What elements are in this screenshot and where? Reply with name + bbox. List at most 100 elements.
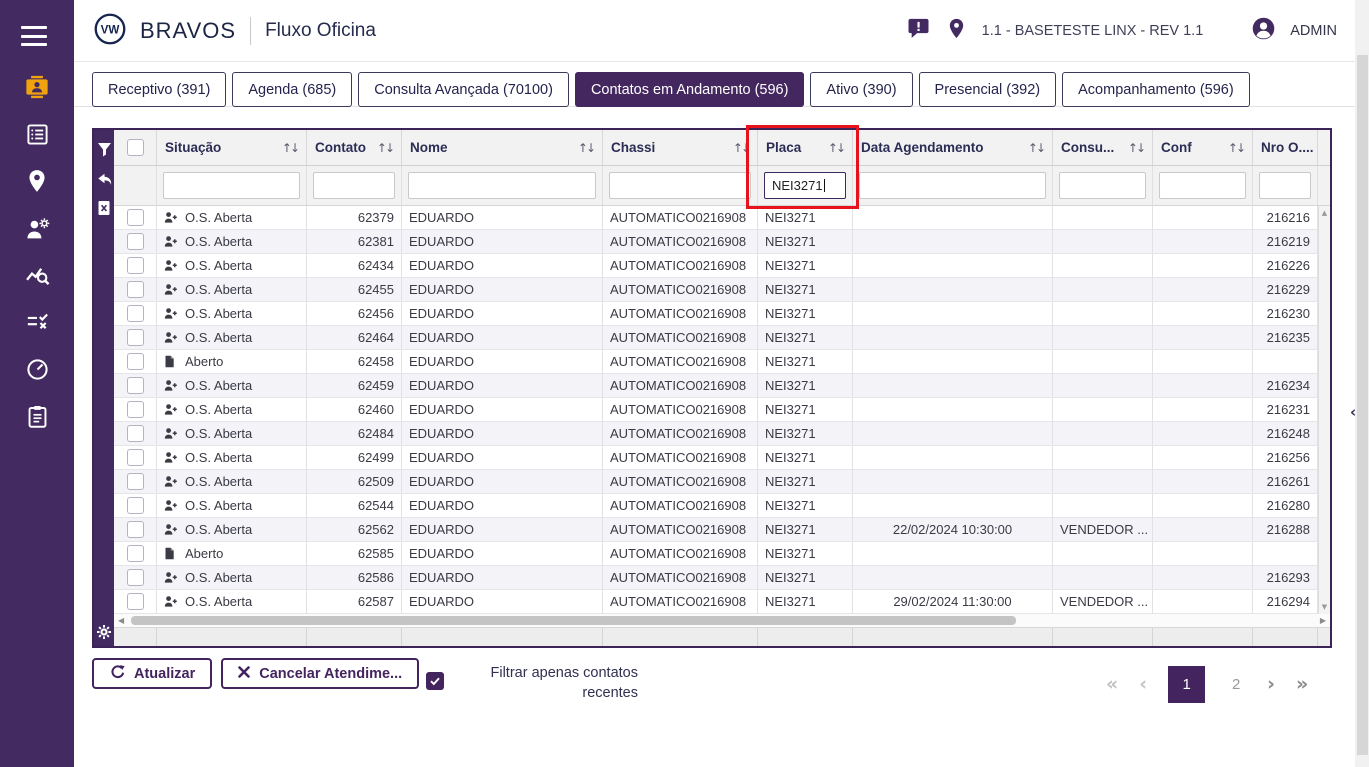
row-checkbox[interactable]	[126, 305, 144, 322]
row-checkbox[interactable]	[126, 281, 144, 298]
export-excel-icon[interactable]	[96, 200, 112, 216]
table-row[interactable]: O.S. Aberta 62586 EDUARDO AUTOMATICO0216908…	[114, 566, 1330, 590]
tab-receptivo-391[interactable]: Receptivo (391)	[92, 72, 227, 107]
row-checkbox[interactable]	[126, 521, 144, 538]
sidebar-item-mechanic[interactable]	[0, 207, 74, 254]
sidebar-item-chart-search[interactable]	[0, 254, 74, 301]
column-header-nro_os[interactable]: Nro O....↑↓	[1253, 130, 1318, 165]
sidebar-item-location[interactable]	[0, 160, 74, 207]
column-header-data_agendamento[interactable]: Data Agendamento ↑↓	[853, 130, 1053, 165]
row-checkbox[interactable]	[126, 473, 144, 490]
collapse-panel-icon[interactable]: ‹	[1350, 403, 1356, 421]
pagination-prev[interactable]: ‹	[1139, 673, 1147, 695]
tab-contatos-em-andamento-596[interactable]: Contatos em Andamento (596)	[574, 72, 805, 107]
pagination-next[interactable]: ›	[1267, 673, 1275, 695]
filter-input-consultor[interactable]	[1059, 172, 1146, 199]
tab-consulta-avan-ada-70100[interactable]: Consulta Avançada (70100)	[358, 72, 569, 107]
tab-ativo-390[interactable]: Ativo (390)	[810, 72, 913, 107]
sidebar-item-gauge[interactable]	[0, 348, 74, 395]
cancel-service-button[interactable]: Cancelar Atendime...	[221, 658, 420, 689]
column-header-consultor[interactable]: Consu... ↑↓	[1053, 130, 1153, 165]
scroll-right-icon[interactable]: ▶	[1320, 614, 1326, 628]
sidebar-item-checklist[interactable]	[0, 301, 74, 348]
table-row[interactable]: O.S. Aberta 62499 EDUARDO AUTOMATICO0216908…	[114, 446, 1330, 470]
row-checkbox[interactable]	[126, 401, 144, 418]
column-header-situacao[interactable]: Situação ↑↓	[157, 130, 307, 165]
column-header-chassi[interactable]: Chassi ↑↓	[603, 130, 758, 165]
table-row[interactable]: O.S. Aberta 62460 EDUARDO AUTOMATICO0216908…	[114, 398, 1330, 422]
filter-recent-checkbox[interactable]	[426, 672, 444, 690]
row-checkbox[interactable]	[126, 593, 144, 610]
scroll-down-icon[interactable]: ▼	[1322, 600, 1327, 614]
row-checkbox[interactable]	[126, 329, 144, 346]
tab-presencial-392[interactable]: Presencial (392)	[918, 72, 1057, 107]
tab-acompanhamento-596[interactable]: Acompanhamento (596)	[1062, 72, 1250, 107]
filter-input-chassi[interactable]	[609, 172, 751, 199]
menu-icon[interactable]	[21, 26, 47, 46]
row-checkbox[interactable]	[126, 545, 144, 562]
cell-nro_os: 216219	[1253, 230, 1318, 254]
row-checkbox[interactable]	[126, 377, 144, 394]
filter-icon[interactable]	[96, 142, 112, 158]
row-checkbox[interactable]	[126, 497, 144, 514]
row-checkbox[interactable]	[126, 209, 144, 226]
sidebar-item-service-list[interactable]	[0, 113, 74, 160]
column-header-placa[interactable]: Placa ↑↓	[758, 130, 853, 165]
column-header-nome[interactable]: Nome ↑↓	[402, 130, 603, 165]
filter-input-situacao[interactable]	[163, 172, 300, 199]
vertical-scrollbar[interactable]: ▲ ▼	[1318, 206, 1330, 614]
pagination-page-1[interactable]: 1	[1168, 665, 1206, 703]
filter-input-data_agendamento[interactable]	[859, 172, 1046, 199]
cell-situacao: O.S. Aberta	[157, 446, 307, 470]
tab-agenda-685[interactable]: Agenda (685)	[232, 72, 353, 107]
row-checkbox[interactable]	[126, 233, 144, 250]
horizontal-scrollbar[interactable]: ◀ ▶	[114, 614, 1330, 628]
chat-alert-icon[interactable]	[906, 16, 931, 46]
table-row[interactable]: O.S. Aberta 62562 EDUARDO AUTOMATICO0216908…	[114, 518, 1330, 542]
row-checkbox[interactable]	[126, 425, 144, 442]
location-pin-icon[interactable]	[945, 17, 968, 45]
table-row[interactable]: O.S. Aberta 62456 EDUARDO AUTOMATICO0216908…	[114, 302, 1330, 326]
filter-input-conf[interactable]	[1159, 172, 1246, 199]
table-row[interactable]: Aberto 62585 EDUARDO AUTOMATICO0216908 NEI32…	[114, 542, 1330, 566]
table-row[interactable]: O.S. Aberta 62381 EDUARDO AUTOMATICO0216908…	[114, 230, 1330, 254]
filter-input-nro_os[interactable]	[1259, 172, 1311, 199]
table-row[interactable]: O.S. Aberta 62434 EDUARDO AUTOMATICO0216908…	[114, 254, 1330, 278]
row-checkbox[interactable]	[126, 449, 144, 466]
column-header-conf[interactable]: Conf ↑↓	[1153, 130, 1253, 165]
column-header-contato[interactable]: Contato ↑↓	[307, 130, 402, 165]
table-row[interactable]: O.S. Aberta 62459 EDUARDO AUTOMATICO0216908…	[114, 374, 1330, 398]
filter-input-contato[interactable]	[313, 172, 395, 199]
undo-icon[interactable]	[96, 171, 112, 187]
page-scroll-thumb[interactable]	[1356, 55, 1368, 755]
sidebar-item-contacts[interactable]	[0, 66, 74, 113]
table-row[interactable]: O.S. Aberta 62455 EDUARDO AUTOMATICO0216908…	[114, 278, 1330, 302]
horizontal-scroll-thumb[interactable]	[131, 616, 1016, 625]
sidebar-item-clipboard[interactable]	[0, 395, 74, 442]
page-scrollbar[interactable]	[1355, 0, 1369, 767]
filter-input-nome[interactable]	[408, 172, 596, 199]
user-avatar-icon[interactable]	[1251, 16, 1276, 46]
user-name[interactable]: ADMIN	[1290, 23, 1337, 39]
select-all-checkbox[interactable]	[126, 139, 144, 156]
table-row[interactable]: O.S. Aberta 62587 EDUARDO AUTOMATICO0216908…	[114, 590, 1330, 614]
table-row[interactable]: O.S. Aberta 62544 EDUARDO AUTOMATICO0216908…	[114, 494, 1330, 518]
cell-nome: EDUARDO	[402, 542, 603, 566]
table-row[interactable]: O.S. Aberta 62484 EDUARDO AUTOMATICO0216908…	[114, 422, 1330, 446]
pagination-last[interactable]: »	[1296, 673, 1308, 695]
scroll-up-icon[interactable]: ▲	[1322, 206, 1327, 220]
settings-gear-icon[interactable]	[96, 624, 112, 640]
row-checkbox[interactable]	[126, 569, 144, 586]
refresh-button[interactable]: Atualizar	[92, 658, 213, 689]
pagination-page-2[interactable]: 2	[1226, 676, 1246, 693]
table-row[interactable]: Aberto 62458 EDUARDO AUTOMATICO0216908 NEI32…	[114, 350, 1330, 374]
vw-logo-icon: VW	[94, 13, 126, 50]
pagination-first[interactable]: «	[1106, 673, 1118, 695]
row-checkbox[interactable]	[126, 257, 144, 274]
table-row[interactable]: O.S. Aberta 62464 EDUARDO AUTOMATICO0216908…	[114, 326, 1330, 350]
filter-input-placa[interactable]: NEI3271	[764, 172, 846, 199]
scroll-left-icon[interactable]: ◀	[118, 614, 124, 628]
row-checkbox[interactable]	[126, 353, 144, 370]
table-row[interactable]: O.S. Aberta 62509 EDUARDO AUTOMATICO0216908…	[114, 470, 1330, 494]
table-row[interactable]: O.S. Aberta 62379 EDUARDO AUTOMATICO0216908…	[114, 206, 1330, 230]
